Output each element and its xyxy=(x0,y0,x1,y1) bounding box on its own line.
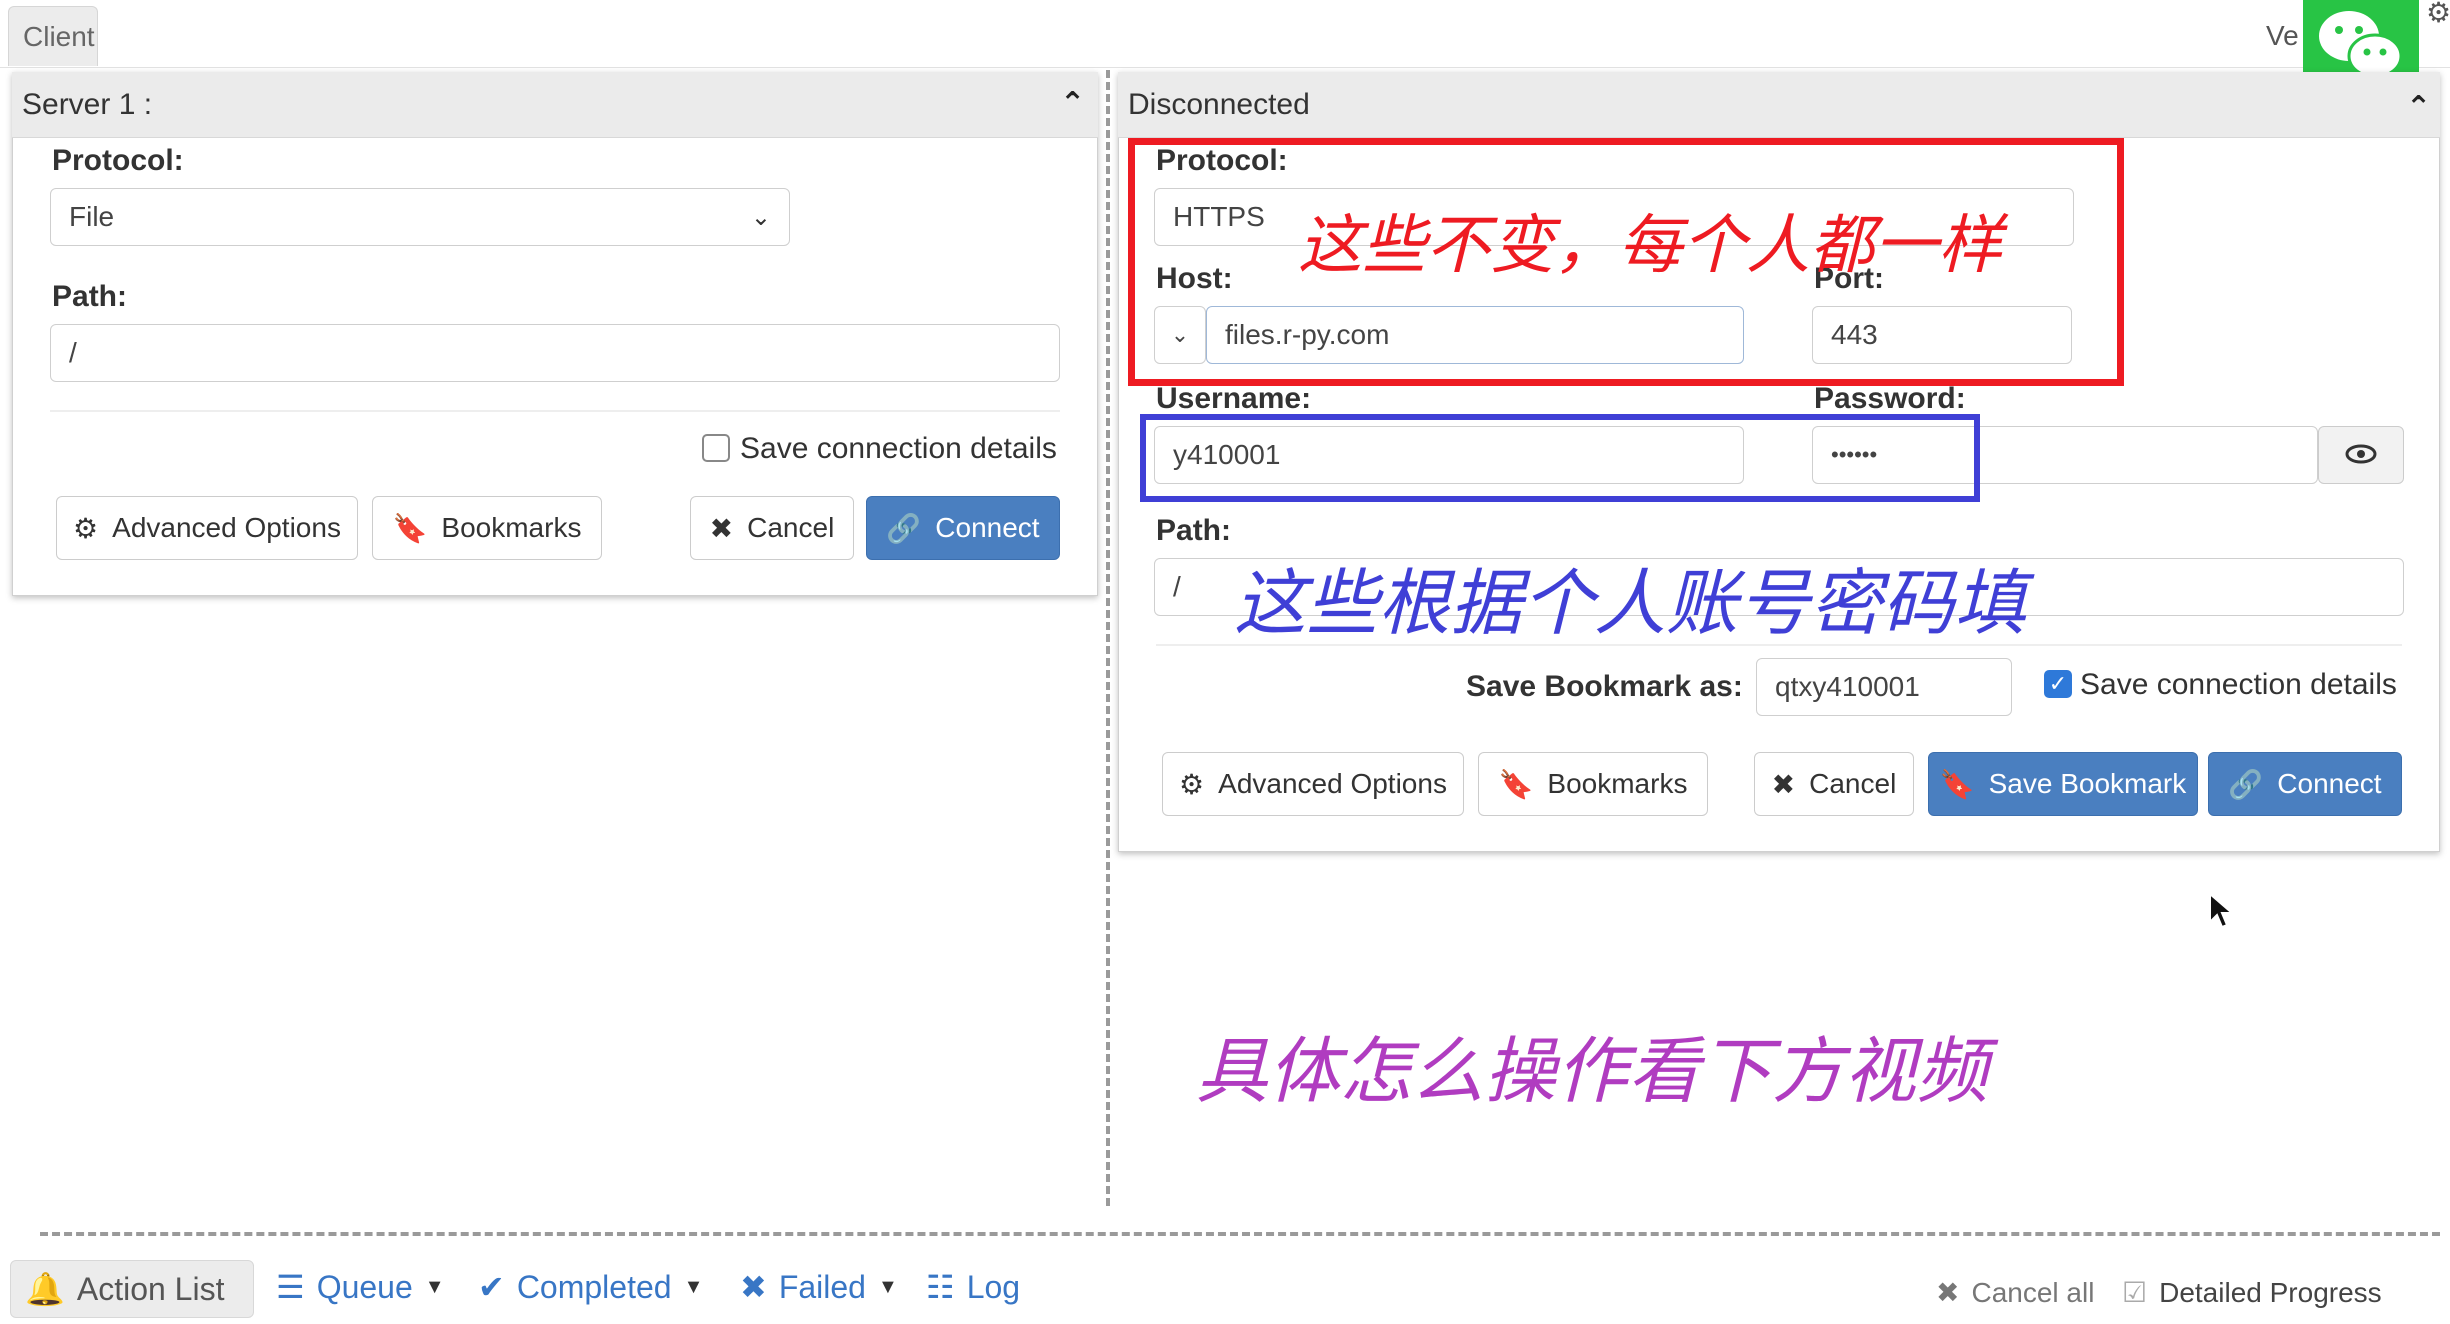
horizontal-splitter[interactable] xyxy=(40,1232,2440,1236)
action-list-label: Action List xyxy=(76,1270,225,1307)
server-panel-right-header xyxy=(1118,72,2440,138)
protocol-select[interactable]: File ⌄ xyxy=(50,188,790,246)
advanced-options-label: Advanced Options xyxy=(1218,768,1447,799)
annotation-blue-box xyxy=(1140,414,1980,502)
password-label: Password: xyxy=(1814,382,1966,415)
gear-icon: ⚙ xyxy=(73,512,99,544)
save-details-label: Save connection details xyxy=(2080,668,2397,701)
bookmark-icon: 🔖 xyxy=(392,512,428,544)
save-details-label: Save connection details xyxy=(740,432,1057,465)
right-panel-title: Disconnected xyxy=(1128,88,1310,121)
connect-button[interactable]: 🔗 Connect xyxy=(866,496,1060,560)
x-icon: ✖ xyxy=(740,1269,767,1305)
bookmarks-label: Bookmarks xyxy=(1547,768,1688,799)
username-label: Username: xyxy=(1156,382,1312,415)
caret-icon: ▼ xyxy=(683,1275,704,1298)
completed-label: Completed xyxy=(516,1268,672,1305)
save-bookmark-input[interactable]: qtxy410001 xyxy=(1756,658,2012,716)
save-bookmark-label: Save Bookmark xyxy=(1988,768,2187,799)
tab-log[interactable]: ☷ Log xyxy=(926,1268,1020,1306)
caret-icon: ▼ xyxy=(877,1275,898,1298)
cancel-label: Cancel xyxy=(1809,768,1897,799)
vertical-splitter[interactable] xyxy=(1106,70,1110,1206)
cancel-button[interactable]: ✖ Cancel xyxy=(690,496,854,560)
cancel-all-button[interactable]: ✖ Cancel all xyxy=(1936,1276,2094,1309)
chevron-up-icon[interactable]: ⌃ xyxy=(1060,86,1085,121)
gear-icon: ⚙ xyxy=(1179,768,1205,800)
tab-failed[interactable]: ✖ Failed ▼ xyxy=(740,1268,898,1306)
x-icon: ✖ xyxy=(1936,1277,1960,1308)
log-icon: ☷ xyxy=(926,1269,955,1305)
detailed-progress-label: Detailed Progress xyxy=(2159,1276,2382,1308)
path-input[interactable]: / xyxy=(50,324,1060,382)
annotation-purple-text: 具体怎么操作看下方视频 xyxy=(1196,1029,1989,1113)
divider xyxy=(50,410,1060,412)
cancel-label: Cancel xyxy=(747,512,835,543)
cancel-all-label: Cancel all xyxy=(1971,1276,2095,1308)
annotation-red-text: 这些不变，每个人都一样 xyxy=(1298,209,2002,283)
cursor-icon xyxy=(2208,891,2235,935)
version-label: Ve xyxy=(2266,20,2299,51)
bookmark-icon: 🔖 xyxy=(1498,768,1534,800)
log-label: Log xyxy=(966,1268,1021,1305)
connect-label: Connect xyxy=(935,512,1040,543)
chevron-up-icon[interactable]: ⌃ xyxy=(2406,90,2431,125)
check-icon: ✔ xyxy=(478,1269,505,1305)
protocol-label: Protocol: xyxy=(52,144,184,177)
tab-queue[interactable]: ☰ Queue ▼ xyxy=(276,1268,445,1306)
connect-label: Connect xyxy=(2277,768,2382,799)
bookmarks-button[interactable]: 🔖 Bookmarks xyxy=(372,496,602,560)
client-tab[interactable]: Client xyxy=(8,6,98,66)
bookmarks-button[interactable]: 🔖 Bookmarks xyxy=(1478,752,1708,816)
save-bookmark-button[interactable]: 🔖 Save Bookmark xyxy=(1928,752,2198,816)
bookmarks-label: Bookmarks xyxy=(441,512,582,543)
connect-button[interactable]: 🔗 Connect xyxy=(2208,752,2402,816)
show-password-button[interactable] xyxy=(2318,426,2404,484)
chevron-down-icon: ⌄ xyxy=(750,203,771,231)
save-details-checkbox[interactable] xyxy=(702,434,730,462)
check-icon: ☑ xyxy=(2122,1277,2148,1308)
server-panel-left-header xyxy=(12,72,1098,138)
advanced-options-label: Advanced Options xyxy=(112,512,341,543)
detailed-progress-toggle[interactable]: ☑ Detailed Progress xyxy=(2122,1276,2382,1309)
caret-icon: ▼ xyxy=(424,1275,445,1298)
failed-label: Failed xyxy=(778,1268,866,1305)
save-details-checkbox[interactable]: ✓ xyxy=(2044,670,2072,698)
bookmark-icon: 🔖 xyxy=(1939,768,1975,800)
top-strip xyxy=(0,0,2450,68)
x-icon: ✖ xyxy=(709,512,734,544)
link-icon: 🔗 xyxy=(886,512,922,544)
link-icon: 🔗 xyxy=(2228,768,2264,800)
tab-action-list[interactable]: 🔔 Action List xyxy=(10,1260,254,1318)
protocol-select-value: File xyxy=(69,201,115,232)
x-icon: ✖ xyxy=(1771,768,1796,800)
annotation-blue-text: 这些根据个人账号密码填 xyxy=(1234,561,2027,645)
advanced-options-button[interactable]: ⚙ Advanced Options xyxy=(56,496,358,560)
advanced-options-button[interactable]: ⚙ Advanced Options xyxy=(1162,752,1464,816)
list-icon: ☰ xyxy=(276,1269,305,1305)
save-bookmark-label: Save Bookmark as: xyxy=(1466,670,1743,703)
path-label: Path: xyxy=(52,280,127,313)
gear-icon[interactable]: ⚙ xyxy=(2426,0,2450,29)
bell-icon: 🔔 xyxy=(25,1271,65,1307)
left-panel-title: Server 1 : xyxy=(22,88,153,121)
eye-icon xyxy=(2345,439,2377,471)
path-label: Path: xyxy=(1156,514,1231,547)
cancel-button[interactable]: ✖ Cancel xyxy=(1754,752,1914,816)
tab-completed[interactable]: ✔ Completed ▼ xyxy=(478,1268,703,1306)
queue-label: Queue xyxy=(316,1268,413,1305)
